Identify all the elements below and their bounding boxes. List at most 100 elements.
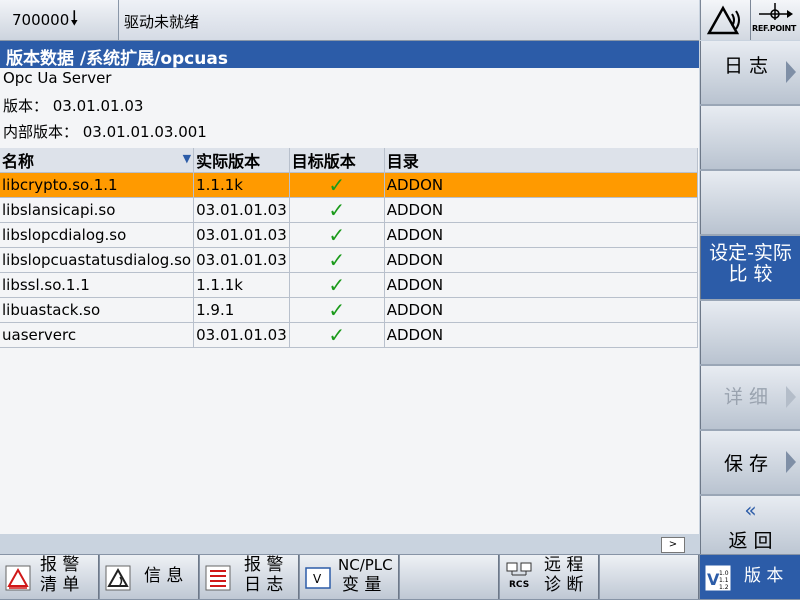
checkmark-icon: ✓ bbox=[289, 172, 385, 198]
cell-directory: ADDON bbox=[384, 197, 699, 223]
softkey-details-label: 详 细 bbox=[723, 386, 769, 408]
hotkey-ncplc-label-1: NC/PLC bbox=[338, 556, 393, 574]
product-name: Opc Ua Server bbox=[3, 69, 112, 87]
page-title: 版本数据 /系统扩展/opcuas bbox=[6, 49, 228, 69]
checkmark-icon: ✓ bbox=[289, 222, 385, 248]
hotkey-version-label: 版 本 bbox=[744, 566, 784, 586]
checkmark-icon: ✓ bbox=[289, 322, 385, 348]
hotkey-alarm-list[interactable]: 报 警 清 单 bbox=[0, 555, 99, 599]
cell-actual-version: 1.1.1k bbox=[193, 172, 290, 198]
softkey-compare-label-2: 比 较 bbox=[728, 263, 773, 285]
softkey-save[interactable]: 保 存 bbox=[700, 431, 800, 494]
chevron-right-icon bbox=[786, 386, 796, 408]
rcs-icon: RCS bbox=[506, 562, 532, 590]
vertical-softkey-bar: 日 志 设定-实际 比 较 详 细 保 存 « 返 回 bbox=[700, 41, 800, 600]
version-icon: V 1.0 1.1 1.2 bbox=[705, 565, 731, 591]
svg-text:1.2: 1.2 bbox=[719, 584, 729, 591]
hotkey-ncplc-label-2: 变 量 bbox=[342, 575, 382, 595]
warning-triangle-icon bbox=[700, 0, 750, 40]
version-line: 版本： 03.01.01.03 bbox=[3, 97, 144, 115]
softkey-empty-2[interactable] bbox=[700, 171, 800, 234]
cell-directory: ADDON bbox=[384, 247, 699, 273]
hotkey-alarm-log[interactable]: 报 警 日 志 bbox=[200, 555, 299, 599]
svg-text:V: V bbox=[313, 572, 322, 586]
sort-down-icon: ▼ bbox=[182, 152, 192, 165]
table-row[interactable]: uaserverc 03.01.01.03 ✓ ADDON bbox=[0, 322, 699, 348]
cell-actual-version: 03.01.01.03 bbox=[193, 322, 290, 348]
cell-name: uaserverc bbox=[0, 322, 195, 348]
softkey-empty-1[interactable] bbox=[700, 106, 800, 169]
hotkey-messages[interactable]: 信 息 bbox=[100, 555, 199, 599]
variable-icon: V bbox=[305, 567, 331, 589]
checkmark-icon: ✓ bbox=[289, 272, 385, 298]
column-header-directory[interactable]: 目录 bbox=[384, 148, 699, 173]
alarm-number: 700000 bbox=[12, 11, 70, 29]
softkey-save-label: 保 存 bbox=[723, 453, 769, 475]
cell-actual-version: 03.01.01.03 bbox=[193, 222, 290, 248]
column-header-name[interactable]: 名称 ▼ bbox=[0, 148, 195, 173]
version-table: 名称 ▼ 实际版本 目标版本 目录 libcrypto.so.1.1 1.1.1k ✓… bbox=[0, 148, 699, 348]
softkey-details[interactable]: 详 细 bbox=[700, 366, 800, 429]
alarm-log-icon bbox=[205, 565, 231, 591]
softkey-empty-3[interactable] bbox=[700, 301, 800, 364]
table-header-row: 名称 ▼ 实际版本 目标版本 目录 bbox=[0, 148, 699, 173]
hotkey-ncplc-variables[interactable]: V NC/PLC 变 量 bbox=[300, 555, 399, 599]
column-header-actual[interactable]: 实际版本 bbox=[193, 148, 290, 173]
cell-directory: ADDON bbox=[384, 222, 699, 248]
checkmark-icon: ✓ bbox=[289, 247, 385, 273]
cell-actual-version: 1.1.1k bbox=[193, 272, 290, 298]
chevron-right-icon bbox=[786, 451, 796, 473]
hotkey-remote-diagnosis[interactable]: RCS 远 程 诊 断 bbox=[500, 555, 599, 599]
svg-text:1.1: 1.1 bbox=[719, 577, 729, 584]
horizontal-softkey-bar: 报 警 清 单 信 息 报 警 日 志 V NC/PLC 变 量 RCS 远 程… bbox=[0, 554, 800, 600]
checkmark-icon: ✓ bbox=[289, 197, 385, 223]
hotkey-remote-label-2: 诊 断 bbox=[544, 575, 584, 595]
double-chevron-left-icon: « bbox=[744, 498, 757, 522]
chevron-right-icon bbox=[786, 61, 796, 83]
refpoint-label: REF.POINT bbox=[752, 24, 797, 33]
cell-name: libssl.so.1.1 bbox=[0, 272, 195, 298]
hotkey-alarm-list-label-1: 报 警 bbox=[40, 555, 80, 575]
column-header-target[interactable]: 目标版本 bbox=[289, 148, 385, 173]
hotkey-messages-label: 信 息 bbox=[144, 566, 184, 586]
table-row[interactable]: libslopcuastatusdialog.so 03.01.01.03 ✓ ADD… bbox=[0, 247, 699, 273]
alarm-indicator[interactable]: 700000 🠗 bbox=[0, 0, 119, 40]
cell-directory: ADDON bbox=[384, 297, 699, 323]
cell-actual-version: 03.01.01.03 bbox=[193, 197, 290, 223]
svg-text:1.0: 1.0 bbox=[719, 570, 729, 577]
main-content: Opc Ua Server 版本： 03.01.01.03 内部版本： 03.0… bbox=[0, 68, 699, 553]
message-icon bbox=[105, 565, 131, 591]
scroll-right-button[interactable]: > bbox=[661, 537, 685, 553]
hotkey-alarm-log-label-2: 日 志 bbox=[244, 575, 284, 595]
cell-name: libslopcuastatusdialog.so bbox=[0, 247, 195, 273]
cell-directory: ADDON bbox=[384, 172, 699, 198]
softkey-compare[interactable]: 设定-实际 比 较 bbox=[700, 236, 800, 299]
softkey-log[interactable]: 日 志 bbox=[700, 41, 800, 104]
table-row[interactable]: libssl.so.1.1 1.1.1k ✓ ADDON bbox=[0, 272, 699, 298]
cell-name: libslansicapi.so bbox=[0, 197, 195, 223]
window-title-bar: 版本数据 /系统扩展/opcuas bbox=[0, 41, 699, 69]
table-row[interactable]: libuastack.so 1.9.1 ✓ ADDON bbox=[0, 297, 699, 323]
alarm-list-icon bbox=[5, 565, 31, 591]
cell-directory: ADDON bbox=[384, 272, 699, 298]
hotkey-remote-label-1: 远 程 bbox=[544, 555, 584, 575]
hotkey-empty-1[interactable] bbox=[400, 555, 499, 599]
svg-text:RCS: RCS bbox=[509, 580, 529, 590]
status-message: 驱动未就绪 bbox=[124, 13, 200, 31]
refpoint-icon bbox=[759, 3, 793, 20]
cell-name: libuastack.so bbox=[0, 297, 195, 323]
softkey-back[interactable]: « 返 回 bbox=[700, 496, 800, 559]
top-right-indicators: REF.POINT bbox=[700, 0, 800, 40]
table-row[interactable]: libslopcdialog.so 03.01.01.03 ✓ ADDON bbox=[0, 222, 699, 248]
table-row[interactable]: libslansicapi.so 03.01.01.03 ✓ ADDON bbox=[0, 197, 699, 223]
internal-version-line: 内部版本： 03.01.01.03.001 bbox=[3, 123, 207, 141]
table-row[interactable]: libcrypto.so.1.1 1.1.1k ✓ ADDON bbox=[0, 172, 699, 198]
cell-name: libslopcdialog.so bbox=[0, 222, 195, 248]
hotkey-empty-2[interactable] bbox=[600, 555, 699, 599]
cell-actual-version: 03.01.01.03 bbox=[193, 247, 290, 273]
checkmark-icon: ✓ bbox=[289, 297, 385, 323]
softkey-log-label: 日 志 bbox=[723, 55, 769, 77]
hotkey-alarm-log-label-1: 报 警 bbox=[244, 555, 284, 575]
refpoint-indicator: REF.POINT bbox=[750, 0, 800, 40]
hotkey-version[interactable]: V 1.0 1.1 1.2 版 本 bbox=[700, 555, 800, 599]
